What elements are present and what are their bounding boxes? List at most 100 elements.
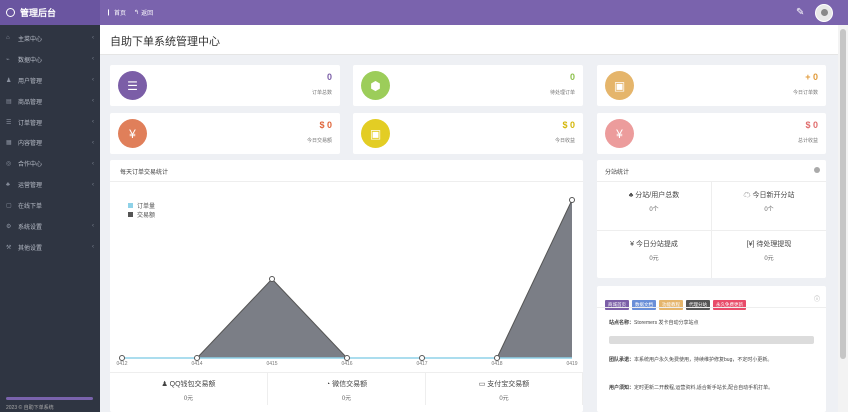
stat-value: 0 xyxy=(326,72,332,82)
data-point[interactable] xyxy=(269,276,275,282)
site-name-row: 站点名称：Storemers 发卡自动分享站点 xyxy=(609,320,699,326)
data-point[interactable] xyxy=(569,197,575,203)
sidebar-item[interactable]: ⌁ 数据中心 ‹ xyxy=(0,49,100,70)
sidebar-item[interactable]: ♟ 用户管理 ‹ xyxy=(0,70,100,91)
stat-card: ¥ $ 0 总计收益 xyxy=(597,113,826,154)
sidebar-item[interactable]: ⌂ 主菜中心 ‹ xyxy=(0,28,100,49)
rmb-icon: [¥] xyxy=(746,241,757,248)
logo-icon xyxy=(6,8,15,17)
legend-label: 订单量 xyxy=(137,202,155,210)
stat-card: ☰ 0 订单总数 xyxy=(110,65,340,106)
x-tick-label: 0417 xyxy=(416,361,427,367)
sidebar-item-label: 商品管理 xyxy=(18,99,43,106)
stat-value: $ 0 xyxy=(805,120,818,130)
data-point[interactable] xyxy=(194,355,200,361)
ops-icon: ♣ xyxy=(6,181,10,188)
payment-stat: ♟ QQ钱包交易额 0元 xyxy=(110,373,268,405)
info-badge[interactable]: 代理分站 xyxy=(686,300,710,310)
yen-icon: ¥ xyxy=(118,119,147,148)
app-title: 管理后台 xyxy=(20,8,57,18)
stat-value: $ 0 xyxy=(319,120,332,130)
blurred-text xyxy=(609,336,814,344)
partner-stat: ☁ 今日新开分站 0个 xyxy=(743,192,795,213)
chevron-left-icon: ‹ xyxy=(92,223,94,230)
dashboard-icon: ⌂ xyxy=(6,35,10,42)
stat-card: ▣ $ 0 今日收益 xyxy=(353,113,583,154)
chevron-left-icon: ‹ xyxy=(92,244,94,251)
stat-value: + 0 xyxy=(805,72,818,82)
page-scrollbar[interactable] xyxy=(838,25,848,412)
data-point[interactable] xyxy=(119,355,125,361)
partner-stat: ♣ 分站/用户总数 0个 xyxy=(628,192,680,213)
box-icon: ⬢ xyxy=(361,71,390,100)
top-bar: 管理后台 ❙ 首页 ↰ 返回 ✎ xyxy=(0,0,848,25)
goods-icon: ▤ xyxy=(6,98,12,105)
cart-icon: ▢ xyxy=(6,203,12,210)
stat-card: ⬢ 0 待处理订单 xyxy=(353,65,583,106)
chevron-left-icon: ‹ xyxy=(92,35,94,42)
nav-home[interactable]: ❙ 首页 xyxy=(106,8,126,17)
chart-icon: ⌁ xyxy=(6,56,10,63)
x-tick-label: 0418 xyxy=(491,361,502,367)
info-badge[interactable]: 永久免费更新 xyxy=(713,300,746,310)
info-badge[interactable]: 数据文档 xyxy=(632,300,656,310)
chevron-left-icon: ‹ xyxy=(92,98,94,105)
sidebar-item-label: 其他设置 xyxy=(18,245,43,252)
sidebar-item[interactable]: ▤ 商品管理 ‹ xyxy=(0,91,100,112)
x-tick-label: 0419 xyxy=(566,361,577,367)
collapse-icon[interactable] xyxy=(814,167,820,173)
sidebar-item[interactable]: ☰ 订单管理 ‹ xyxy=(0,112,100,133)
app-logo[interactable]: 管理后台 xyxy=(0,0,100,25)
chevron-left-icon: ‹ xyxy=(92,56,94,63)
data-point[interactable] xyxy=(494,355,500,361)
avatar[interactable] xyxy=(815,4,833,22)
data-point[interactable] xyxy=(419,355,425,361)
sidebar-item-label: 主菜中心 xyxy=(18,36,43,43)
payment-stat: ▭ 支付宝交易额 0元 xyxy=(426,373,583,405)
sidebar-item-label: 运营管理 xyxy=(18,183,43,190)
sidebar-scrollbar[interactable] xyxy=(6,397,93,400)
qq-icon: ♟ xyxy=(161,381,170,388)
sidebar-item[interactable]: ♣ 运营管理 ‹ xyxy=(0,174,100,195)
stat-label: 待处理订单 xyxy=(549,90,575,96)
chart-title: 每天订单交易统计 xyxy=(120,170,169,176)
series-area xyxy=(122,200,572,358)
nav-back[interactable]: ↰ 返回 xyxy=(134,8,153,17)
bars-icon: ❙ xyxy=(106,10,112,16)
sidebar-item[interactable]: ▦ 内容管理 ‹ xyxy=(0,132,100,153)
sidebar-item[interactable]: ◎ 合作中心 ‹ xyxy=(0,153,100,174)
stat-label: 总计收益 xyxy=(797,138,818,144)
sidebar-item[interactable]: ⚒ 其他设置 ‹ xyxy=(0,237,100,258)
info-badges: 商城首页 数据文档 功能教程 代理分站 永久免费更新 xyxy=(605,293,749,311)
info-badge[interactable]: 商城首页 xyxy=(605,300,629,310)
chevron-left-icon: ‹ xyxy=(92,119,94,125)
top-nav: ❙ 首页 ↰ 返回 xyxy=(106,0,153,25)
info-badge[interactable]: 功能教程 xyxy=(659,300,683,310)
sidebar-item-label: 用户管理 xyxy=(18,78,43,85)
info-icon[interactable]: ⓘ xyxy=(814,294,820,303)
sidebar-footer: 2023 © 自助下单系统 xyxy=(6,405,54,411)
sidebar-item-label: 在线下单 xyxy=(18,204,43,211)
area-chart: 订单量交易额 0412 0414 0415 0416 0417 0418 0419 xyxy=(116,197,578,367)
page-scrollbar-thumb[interactable] xyxy=(840,29,846,359)
settings-icon: ⚒ xyxy=(6,244,12,251)
x-tick-label: 0412 xyxy=(116,361,127,367)
sidebar-item[interactable]: ⚙ 系统设置 ‹ xyxy=(0,216,100,237)
order-icon: ☰ xyxy=(6,119,12,126)
partner-stat: [¥] 待处理提现 0元 xyxy=(746,241,792,262)
partner-icon: ◎ xyxy=(6,161,12,168)
chevron-left-icon: ‹ xyxy=(92,160,94,167)
sidebar: ⌂ 主菜中心 ‹ ⌁ 数据中心 ‹ ♟ 用户管理 ‹ ▤ 商品管理 ‹ ☰ 订单管理 ‹ ▦ 内容管理 ‹ ◎ 合作中… xyxy=(0,25,100,412)
stat-card: ¥ $ 0 今日交易额 xyxy=(110,113,340,154)
chevron-left-icon: ‹ xyxy=(92,77,94,84)
partner-panel: 分站统计 ♣ 分站/用户总数 0个 ☁ 今日新开分站 0个 ¥ 今日分站提成 0元 [¥] … xyxy=(597,160,826,278)
list-icon: ☰ xyxy=(118,71,147,100)
data-point[interactable] xyxy=(344,355,350,361)
payment-stats: ♟ QQ钱包交易额 0元 ◔ 微信交易额 0元 ▭ 支付宝交易额 0元 xyxy=(110,372,583,412)
stat-label: 订单总数 xyxy=(311,90,332,96)
stat-label: 今日收益 xyxy=(554,138,575,144)
user-notice: 用户须知：定时更新二开教程,运营资料,适合新手站长,配合自动手机打单。 xyxy=(609,385,774,391)
wrench-icon[interactable]: ✎ xyxy=(796,7,804,18)
sidebar-item[interactable]: ▢ 在线下单 xyxy=(0,195,100,216)
info-panel: 商城首页 数据文档 功能教程 代理分站 永久免费更新 ⓘ 站点名称：Storemers … xyxy=(597,286,826,412)
